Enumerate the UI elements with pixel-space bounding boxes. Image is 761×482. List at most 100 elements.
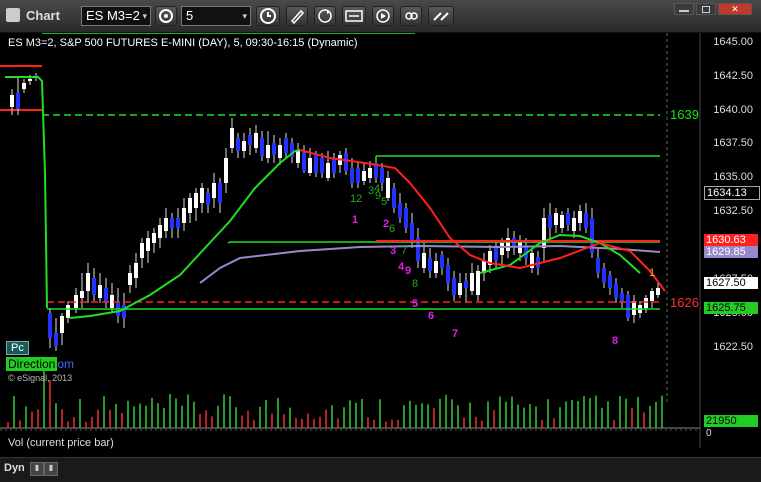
- price-axis-label: 1642.50: [713, 70, 753, 82]
- symbol-input[interactable]: ES M3=2 ▾: [81, 6, 151, 26]
- current-price-tag: 1627.50: [704, 277, 758, 289]
- magenta-sequence-marker: 5: [412, 298, 419, 310]
- price-axis-label: 1635.00: [713, 171, 753, 183]
- chevron-down-icon[interactable]: ▾: [142, 7, 147, 25]
- candle-body: [152, 233, 156, 243]
- candle-body: [620, 293, 624, 301]
- candle-body: [572, 218, 576, 231]
- candle-body: [440, 255, 444, 268]
- candle-body: [206, 193, 210, 205]
- candle-body: [176, 218, 180, 228]
- scroll-left-button[interactable]: ▮: [30, 462, 44, 476]
- magenta-sequence-marker: 6: [428, 310, 435, 322]
- refresh-button[interactable]: [314, 6, 336, 26]
- gear-icon: [159, 9, 173, 23]
- candle-body: [584, 213, 588, 228]
- candle-body: [10, 95, 14, 107]
- minimize-icon: [679, 10, 689, 12]
- candle-body: [230, 128, 234, 148]
- price-chart[interactable]: ES M3=2, S&P 500 FUTURES E-MINI (DAY), 5…: [0, 33, 761, 449]
- tools-icon: [433, 12, 449, 21]
- pc-badge[interactable]: Pc: [6, 341, 29, 355]
- candle-body: [140, 243, 144, 258]
- green-line-price-tag: 1625.75: [704, 302, 758, 314]
- candle-body: [362, 171, 366, 181]
- candle-body: [188, 198, 192, 213]
- candle-body: [242, 141, 246, 151]
- last-price-tag: 1634.13: [704, 186, 760, 200]
- scroll-right-button[interactable]: ▮: [44, 462, 58, 476]
- candle-body: [236, 138, 240, 151]
- toolbox-button[interactable]: [428, 6, 454, 26]
- price-axis-label: 1640.00: [713, 104, 753, 116]
- candle-body: [66, 305, 70, 318]
- candle-body: [182, 208, 186, 223]
- volume-value-tag: 21950: [704, 415, 758, 427]
- direction-badge[interactable]: Direction om: [6, 357, 74, 371]
- candle-body: [248, 135, 252, 145]
- play-button[interactable]: [372, 6, 394, 26]
- candle-body: [194, 193, 198, 208]
- candle-body: [422, 253, 426, 268]
- draw-tool-button[interactable]: [286, 6, 308, 26]
- candle-body: [554, 213, 558, 225]
- price-axis-label: 1645.00: [713, 36, 753, 48]
- candle-body: [86, 273, 90, 291]
- refresh-icon: [318, 9, 332, 23]
- time-template-button[interactable]: [256, 6, 280, 26]
- candle-body: [566, 213, 570, 225]
- candle-body: [266, 145, 270, 158]
- candle-body: [614, 283, 618, 298]
- candle-body: [434, 261, 438, 273]
- magenta-sequence-marker: 4: [398, 261, 405, 273]
- chart-canvas[interactable]: [0, 33, 761, 448]
- link-icon: [405, 12, 418, 20]
- candle-body: [458, 283, 462, 295]
- candle-body: [308, 158, 312, 173]
- green-sequence-marker: 12: [350, 193, 363, 205]
- pencil-icon: [290, 9, 305, 25]
- minimize-button[interactable]: [674, 3, 694, 15]
- candle-body: [596, 258, 600, 273]
- magenta-sequence-marker: 9: [405, 265, 412, 277]
- candle-body: [28, 79, 32, 81]
- candle-body: [392, 188, 396, 208]
- candle-body: [602, 268, 606, 283]
- link-button[interactable]: [400, 6, 422, 26]
- candle-body: [368, 168, 372, 178]
- candle-body: [314, 155, 318, 173]
- candle-body: [158, 225, 162, 238]
- candle-body: [356, 168, 360, 183]
- close-button[interactable]: ✕: [718, 3, 752, 15]
- dynamic-tab[interactable]: Dyn: [4, 462, 25, 474]
- candle-body: [644, 298, 648, 308]
- candle-body: [542, 218, 546, 248]
- candle-body: [386, 178, 390, 198]
- candle-body: [332, 158, 336, 173]
- price-axis-label: 1632.50: [713, 205, 753, 217]
- candle-body: [200, 188, 204, 203]
- green-sequence-marker: 6: [389, 223, 396, 235]
- interval-input[interactable]: 5 ▾: [181, 6, 251, 26]
- candle-body: [16, 93, 20, 109]
- quote-button[interactable]: [342, 6, 366, 26]
- chevron-down-icon[interactable]: ▾: [242, 7, 247, 25]
- candle-body: [104, 288, 108, 303]
- candle-body: [464, 281, 468, 288]
- interval-settings-button[interactable]: [155, 6, 177, 26]
- candle-body: [548, 215, 552, 228]
- candle-body: [380, 168, 384, 183]
- candle-body: [626, 295, 630, 318]
- magenta-sequence-marker: 3: [390, 245, 397, 257]
- candle-body: [632, 301, 636, 315]
- candle-body: [560, 215, 564, 228]
- candle-body: [650, 291, 654, 301]
- chart-window-icon: [6, 8, 20, 22]
- candle-body: [350, 168, 354, 183]
- bottom-bar: Dyn ▮ ▮: [0, 457, 761, 482]
- candle-body: [506, 238, 510, 251]
- maximize-button[interactable]: [696, 3, 716, 15]
- chart-toolbar: Chart ES M3=2 ▾ 5 ▾ ✕: [0, 0, 761, 33]
- chart-header: ES M3=2, S&P 500 FUTURES E-MINI (DAY), 5…: [8, 37, 358, 49]
- magenta-sequence-marker: 1: [352, 214, 359, 226]
